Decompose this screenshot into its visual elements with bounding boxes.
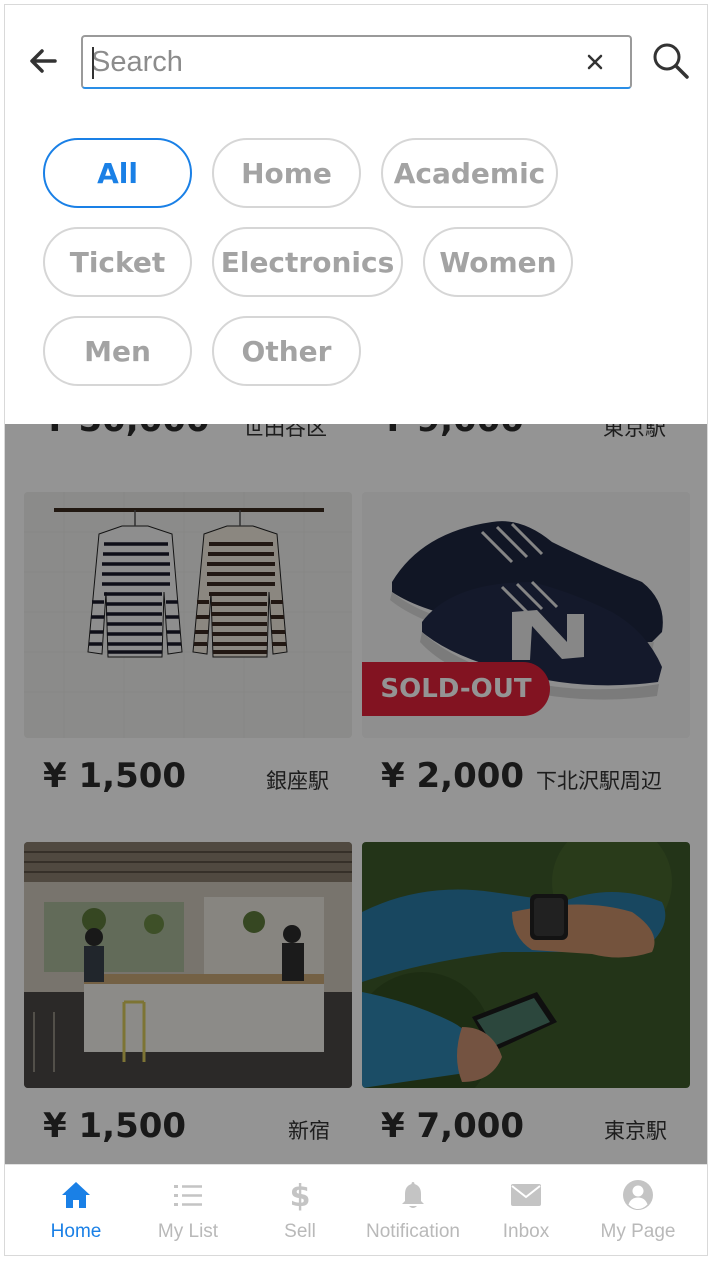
category-chip-academic[interactable]: Academic xyxy=(381,138,558,208)
bottom-navigation: Home My List $ Sell Notification Inbox M… xyxy=(5,1164,707,1255)
user-icon xyxy=(623,1180,653,1210)
back-button[interactable] xyxy=(25,43,61,79)
list-icon xyxy=(174,1185,202,1206)
category-chip-electronics[interactable]: Electronics xyxy=(212,227,403,297)
dollar-icon: $ xyxy=(290,1179,311,1211)
nav-inbox[interactable]: Inbox xyxy=(470,1165,582,1255)
category-chip-women[interactable]: Women xyxy=(423,227,573,297)
category-chip-other[interactable]: Other xyxy=(212,316,361,386)
bell-icon xyxy=(402,1182,424,1208)
nav-sell[interactable]: $ Sell xyxy=(244,1165,356,1255)
search-field[interactable] xyxy=(81,35,632,89)
search-icon xyxy=(653,43,689,79)
search-input[interactable] xyxy=(91,39,571,85)
arrow-left-icon xyxy=(30,49,57,73)
dim-overlay[interactable] xyxy=(5,424,707,1164)
nav-label: My Page xyxy=(600,1221,676,1242)
clear-button[interactable] xyxy=(583,50,607,74)
category-chip-ticket[interactable]: Ticket xyxy=(43,227,192,297)
search-header xyxy=(5,5,707,119)
mail-icon xyxy=(511,1184,541,1206)
category-chip-home[interactable]: Home xyxy=(212,138,361,208)
close-icon xyxy=(587,54,603,70)
nav-my-page[interactable]: My Page xyxy=(582,1165,694,1255)
search-button[interactable] xyxy=(651,41,691,81)
category-filter-panel: All Home Academic Ticket Electronics Wom… xyxy=(5,118,707,424)
nav-my-list[interactable]: My List xyxy=(132,1165,244,1255)
text-caret xyxy=(92,47,94,79)
home-icon xyxy=(62,1182,90,1208)
nav-home[interactable]: Home xyxy=(20,1165,132,1255)
svg-text:$: $ xyxy=(290,1179,311,1211)
category-chip-men[interactable]: Men xyxy=(43,316,192,386)
category-chip-all[interactable]: All xyxy=(43,138,192,208)
nav-notification[interactable]: Notification xyxy=(357,1165,469,1255)
app-frame: All Home Academic Ticket Electronics Wom… xyxy=(4,4,708,1256)
